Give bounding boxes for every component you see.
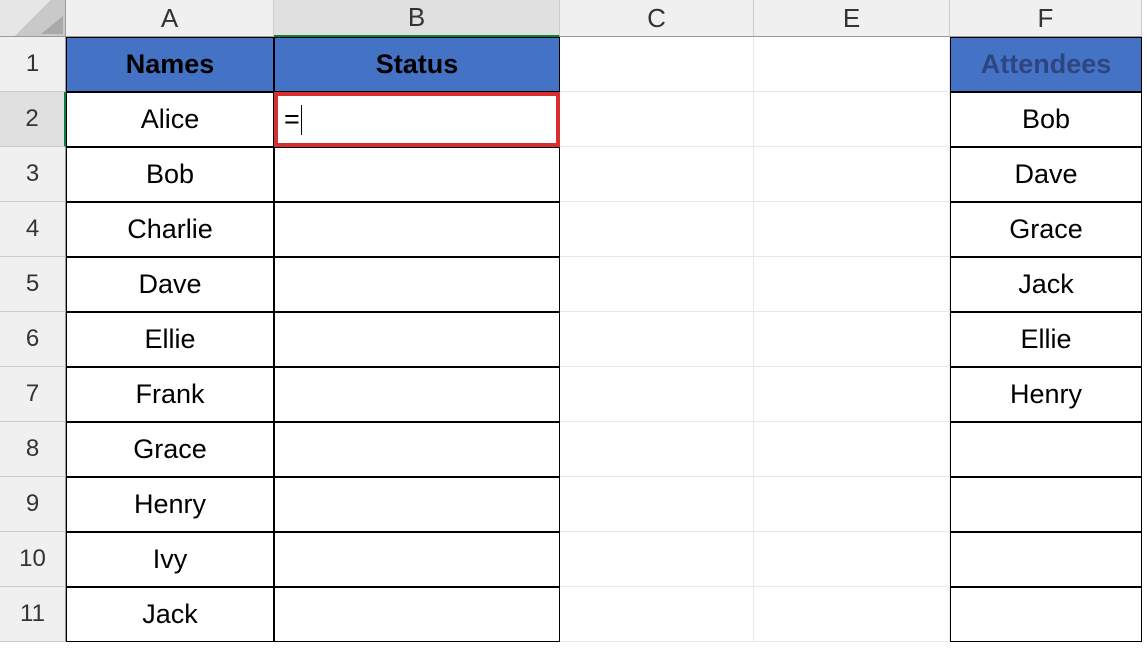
cell-c3[interactable]: [560, 147, 754, 202]
cell-e6[interactable]: [754, 312, 950, 367]
cell-a5[interactable]: Dave: [66, 257, 274, 312]
cell-b7[interactable]: [274, 367, 560, 422]
cell-a4[interactable]: Charlie: [66, 202, 274, 257]
cell-c8[interactable]: [560, 422, 754, 477]
row-header-1[interactable]: 1: [0, 37, 66, 92]
cell-c11[interactable]: [560, 587, 754, 642]
cell-c4[interactable]: [560, 202, 754, 257]
row-header-7[interactable]: 7: [0, 367, 66, 422]
col-header-b[interactable]: B: [274, 0, 560, 37]
cell-e8[interactable]: [754, 422, 950, 477]
cell-c2[interactable]: [560, 92, 754, 147]
cell-a7[interactable]: Frank: [66, 367, 274, 422]
col-header-f[interactable]: F: [950, 0, 1142, 37]
cell-b5[interactable]: [274, 257, 560, 312]
col-header-e[interactable]: E: [754, 0, 950, 37]
col-header-a[interactable]: A: [66, 0, 274, 37]
row-header-10[interactable]: 10: [0, 532, 66, 587]
cell-c6[interactable]: [560, 312, 754, 367]
cell-b1[interactable]: Status: [274, 37, 560, 92]
cell-f9[interactable]: [950, 477, 1142, 532]
cell-b3[interactable]: [274, 147, 560, 202]
cell-f11[interactable]: [950, 587, 1142, 642]
row-header-11[interactable]: 11: [0, 587, 66, 642]
cell-f5[interactable]: Jack: [950, 257, 1142, 312]
row-header-5[interactable]: 5: [0, 257, 66, 312]
cell-b8[interactable]: [274, 422, 560, 477]
cell-f1[interactable]: Attendees: [950, 37, 1142, 92]
spreadsheet-grid: A B C E F 1 Names Status Attendees 2 Ali…: [0, 0, 1147, 642]
cell-a1[interactable]: Names: [66, 37, 274, 92]
row-header-2[interactable]: 2: [0, 92, 66, 147]
cell-f10[interactable]: [950, 532, 1142, 587]
cell-b6[interactable]: [274, 312, 560, 367]
cell-e1[interactable]: [754, 37, 950, 92]
cell-a8[interactable]: Grace: [66, 422, 274, 477]
cell-f8[interactable]: [950, 422, 1142, 477]
row-header-6[interactable]: 6: [0, 312, 66, 367]
row-header-9[interactable]: 9: [0, 477, 66, 532]
cell-c5[interactable]: [560, 257, 754, 312]
cell-b10[interactable]: [274, 532, 560, 587]
row-header-8[interactable]: 8: [0, 422, 66, 477]
cell-f7[interactable]: Henry: [950, 367, 1142, 422]
cell-f2[interactable]: Bob: [950, 92, 1142, 147]
cell-f6[interactable]: Ellie: [950, 312, 1142, 367]
cell-b11[interactable]: [274, 587, 560, 642]
col-header-c[interactable]: C: [560, 0, 754, 37]
cell-b4[interactable]: [274, 202, 560, 257]
cell-a10[interactable]: Ivy: [66, 532, 274, 587]
cell-a6[interactable]: Ellie: [66, 312, 274, 367]
cell-b9[interactable]: [274, 477, 560, 532]
cell-e5[interactable]: [754, 257, 950, 312]
row-header-3[interactable]: 3: [0, 147, 66, 202]
cell-e11[interactable]: [754, 587, 950, 642]
cell-f4[interactable]: Grace: [950, 202, 1142, 257]
cell-c7[interactable]: [560, 367, 754, 422]
cell-e9[interactable]: [754, 477, 950, 532]
cell-c1[interactable]: [560, 37, 754, 92]
cell-a9[interactable]: Henry: [66, 477, 274, 532]
cell-e2[interactable]: [754, 92, 950, 147]
cell-e4[interactable]: [754, 202, 950, 257]
row-header-4[interactable]: 4: [0, 202, 66, 257]
cell-e10[interactable]: [754, 532, 950, 587]
cell-e3[interactable]: [754, 147, 950, 202]
select-all-corner[interactable]: [0, 0, 66, 37]
cell-c10[interactable]: [560, 532, 754, 587]
cell-e7[interactable]: [754, 367, 950, 422]
cell-f3[interactable]: Dave: [950, 147, 1142, 202]
cell-a11[interactable]: Jack: [66, 587, 274, 642]
cell-a3[interactable]: Bob: [66, 147, 274, 202]
cell-c9[interactable]: [560, 477, 754, 532]
cell-a2[interactable]: Alice: [66, 92, 274, 147]
cell-b2[interactable]: =: [274, 92, 560, 147]
cell-editor-text[interactable]: =: [284, 104, 302, 136]
